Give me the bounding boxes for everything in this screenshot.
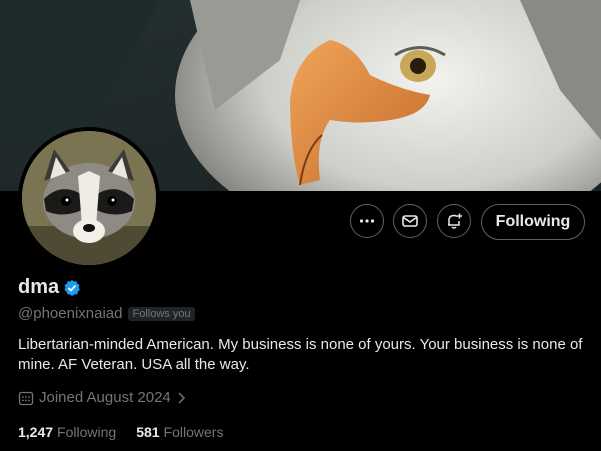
joined-text: Joined August 2024: [39, 389, 171, 406]
user-handle: @phoenixnaiad: [18, 305, 123, 322]
chevron-right-icon[interactable]: [176, 391, 188, 405]
profile-bio: Libertarian-minded American. My business…: [18, 336, 583, 373]
followers-label: Followers: [163, 424, 224, 440]
following-button[interactable]: Following: [481, 204, 585, 240]
follow-stats: 1,247 Following 581 Followers: [18, 424, 243, 440]
raccoon-avatar-image: [22, 131, 156, 265]
profile-avatar[interactable]: [18, 127, 160, 269]
display-name: dma: [18, 276, 60, 298]
following-count: 1,247: [18, 424, 54, 440]
followers-stat[interactable]: 581 Followers: [136, 424, 223, 440]
joined-date: Joined August 2024: [18, 389, 193, 406]
display-name-row: dma: [18, 276, 81, 299]
mail-icon: [402, 215, 418, 227]
message-button[interactable]: [393, 204, 427, 238]
followers-count: 581: [136, 424, 160, 440]
following-label: Following: [57, 424, 117, 440]
more-button[interactable]: [350, 204, 384, 238]
more-icon: [359, 219, 375, 223]
bell-plus-icon: [448, 213, 462, 229]
follows-you-badge: Follows you: [128, 306, 195, 321]
following-stat[interactable]: 1,247 Following: [18, 424, 116, 440]
verified-badge-icon[interactable]: [63, 279, 81, 297]
handle-row: @phoenixnaiad Follows you: [18, 305, 195, 322]
notifications-button[interactable]: [437, 204, 471, 238]
calendar-icon: [18, 391, 34, 405]
